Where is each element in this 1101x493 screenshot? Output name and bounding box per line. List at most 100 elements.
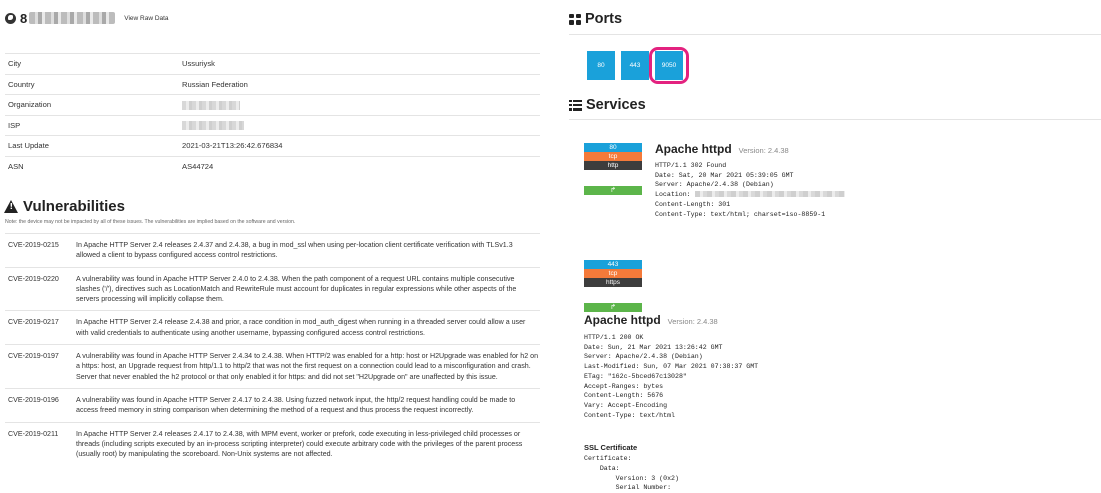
cve-id[interactable]: CVE-2019-0220 <box>5 267 76 311</box>
ssl-certificate-heading: SSL Certificate <box>584 443 638 452</box>
banner-line: ETag: "162c-5bced67c13028" <box>584 372 687 380</box>
info-key: ISP <box>5 114 182 136</box>
services-heading: Services <box>569 97 646 113</box>
divider <box>569 34 1101 35</box>
vuln-row: CVE-2019-0197 A vulnerability was found … <box>5 344 540 389</box>
redacted-ip <box>29 12 116 24</box>
warning-icon <box>4 200 18 213</box>
service-443-badge: 443 tcp https <box>584 260 642 287</box>
banner-line: Last-Modified: Sun, 07 Mar 2021 07:38:37… <box>584 363 759 371</box>
vulnerabilities-note: Note: the device may not be impacted by … <box>5 219 296 225</box>
banner-line: Server: Apache/2.4.38 (Debian) <box>584 353 703 361</box>
banner-line: Content-Type: text/html; charset=iso-885… <box>655 210 826 218</box>
banner-line: Content-Length: 301 <box>655 200 731 208</box>
info-value <box>182 114 540 136</box>
product-name: Apache httpd <box>655 142 732 156</box>
info-value: Ussuriysk <box>182 53 540 74</box>
open-link-icon[interactable]: ↱ <box>584 303 642 312</box>
info-key: Country <box>5 73 182 95</box>
vuln-row: CVE-2019-0196 A vulnerability was found … <box>5 388 540 422</box>
banner-line: Location: <box>655 190 845 200</box>
vuln-row: CVE-2019-0217 In Apache HTTP Server 2.4 … <box>5 310 540 345</box>
service-port: 443 <box>584 260 642 269</box>
service-80-banner: HTTP/1.1 302 Found Date: Sat, 20 Mar 2021… <box>655 161 845 219</box>
info-value: 2021-03-21T13:26:42.676834 <box>182 135 540 156</box>
cve-description: A vulnerability was found in Apache HTTP… <box>76 395 516 415</box>
redacted-organization <box>182 100 240 110</box>
globe-icon <box>5 12 16 24</box>
ssl-line: Serial Number: <box>584 484 672 492</box>
ssl-line: Certificate: <box>584 455 632 462</box>
banner-line: Date: Sat, 20 Mar 2021 05:39:05 GMT <box>655 171 794 179</box>
host-header: 8 View Raw Data <box>5 10 169 26</box>
banner-line: Server: Apache/2.4.38 (Debian) <box>655 181 774 189</box>
banner-line: Date: Sun, 21 Mar 2021 13:26:42 GMT <box>584 343 723 351</box>
info-key: ASN <box>5 155 182 177</box>
service-protocol: http <box>584 161 642 170</box>
info-key: City <box>5 53 182 74</box>
port-80-button[interactable]: 80 <box>587 51 615 80</box>
banner-line: Content-Length: 5676 <box>584 392 664 400</box>
cve-description: In Apache HTTP Server 2.4 releases 2.4.3… <box>76 241 513 260</box>
redacted-location <box>694 191 845 198</box>
vuln-row: CVE-2019-0211 In Apache HTTP Server 2.4 … <box>5 422 540 465</box>
cve-id[interactable]: CVE-2019-0215 <box>5 234 76 268</box>
cve-description: In Apache HTTP Server 2.4 release 2.4.38… <box>76 318 526 337</box>
banner-line: HTTP/1.1 200 OK <box>584 334 644 341</box>
info-row-city: City Ussuriysk <box>5 53 540 74</box>
info-key: Last Update <box>5 135 182 156</box>
service-transport: tcp <box>584 269 642 278</box>
info-value: Russian Federation <box>182 73 540 95</box>
cve-id[interactable]: CVE-2019-0197 <box>5 345 76 389</box>
vuln-row: CVE-2019-0220 A vulnerability was found … <box>5 267 540 311</box>
services-title: Services <box>586 97 646 113</box>
cve-description: A vulnerability was found in Apache HTTP… <box>76 274 517 304</box>
product-name: Apache httpd <box>584 313 661 327</box>
ssl-line: Version: 3 (0x2) <box>584 474 679 482</box>
vulnerabilities-table: CVE-2019-0215 In Apache HTTP Server 2.4 … <box>5 233 540 465</box>
cve-id[interactable]: CVE-2019-0217 <box>5 311 76 345</box>
info-row-organization: Organization <box>5 94 540 115</box>
service-80-badge: 80 tcp http <box>584 143 642 170</box>
product-version: Version: 2.4.38 <box>667 317 718 326</box>
vulnerabilities-title: Vulnerabilities <box>23 198 125 215</box>
view-raw-data-link[interactable]: View Raw Data <box>124 15 168 22</box>
ports-heading: Ports <box>569 11 622 27</box>
redacted-isp <box>182 121 244 130</box>
info-row-isp: ISP <box>5 114 540 136</box>
ssl-certificate-body: Certificate: Data: Version: 3 (0x2) Seri… <box>584 454 679 493</box>
cve-id[interactable]: CVE-2019-0211 <box>5 422 76 465</box>
service-transport: tcp <box>584 152 642 161</box>
info-row-last-update: Last Update 2021-03-21T13:26:42.676834 <box>5 135 540 156</box>
divider <box>569 119 1101 120</box>
list-icon <box>569 99 582 111</box>
cve-description: In Apache HTTP Server 2.4 releases 2.4.1… <box>76 429 523 459</box>
port-443-button[interactable]: 443 <box>621 51 649 80</box>
info-key: Organization <box>5 94 182 115</box>
ssl-line: Data: <box>584 464 620 472</box>
vulnerabilities-heading: Vulnerabilities <box>4 198 125 215</box>
product-version: Version: 2.4.38 <box>738 146 789 155</box>
vuln-row: CVE-2019-0215 In Apache HTTP Server 2.4 … <box>5 233 540 268</box>
open-link-icon[interactable]: ↱ <box>584 186 642 195</box>
grid-icon <box>569 13 581 25</box>
service-80-product: Apache httpd Version: 2.4.38 <box>655 142 789 156</box>
service-443-banner: HTTP/1.1 200 OK Date: Sun, 21 Mar 2021 13… <box>584 333 758 420</box>
info-row-country: Country Russian Federation <box>5 73 540 95</box>
banner-line: Accept-Ranges: bytes <box>584 382 664 390</box>
port-highlight-circle <box>649 47 689 84</box>
ports-title: Ports <box>585 11 623 27</box>
info-value <box>182 94 540 115</box>
info-row-asn: ASN AS44724 <box>5 155 540 177</box>
banner-line: Content-Type: text/html <box>584 411 676 419</box>
cve-id[interactable]: CVE-2019-0196 <box>5 388 76 422</box>
banner-line: Vary: Accept-Encoding <box>584 401 668 409</box>
service-443-product: Apache httpd Version: 2.4.38 <box>584 313 718 327</box>
service-port: 80 <box>584 143 642 152</box>
banner-location-label: Location: <box>655 191 695 199</box>
banner-line: HTTP/1.1 302 Found <box>655 162 727 169</box>
host-info-table: City Ussuriysk Country Russian Federatio… <box>5 53 540 177</box>
info-value: AS44724 <box>182 155 540 177</box>
host-ip: 8 <box>20 10 28 26</box>
cve-description: A vulnerability was found in Apache HTTP… <box>76 352 539 381</box>
